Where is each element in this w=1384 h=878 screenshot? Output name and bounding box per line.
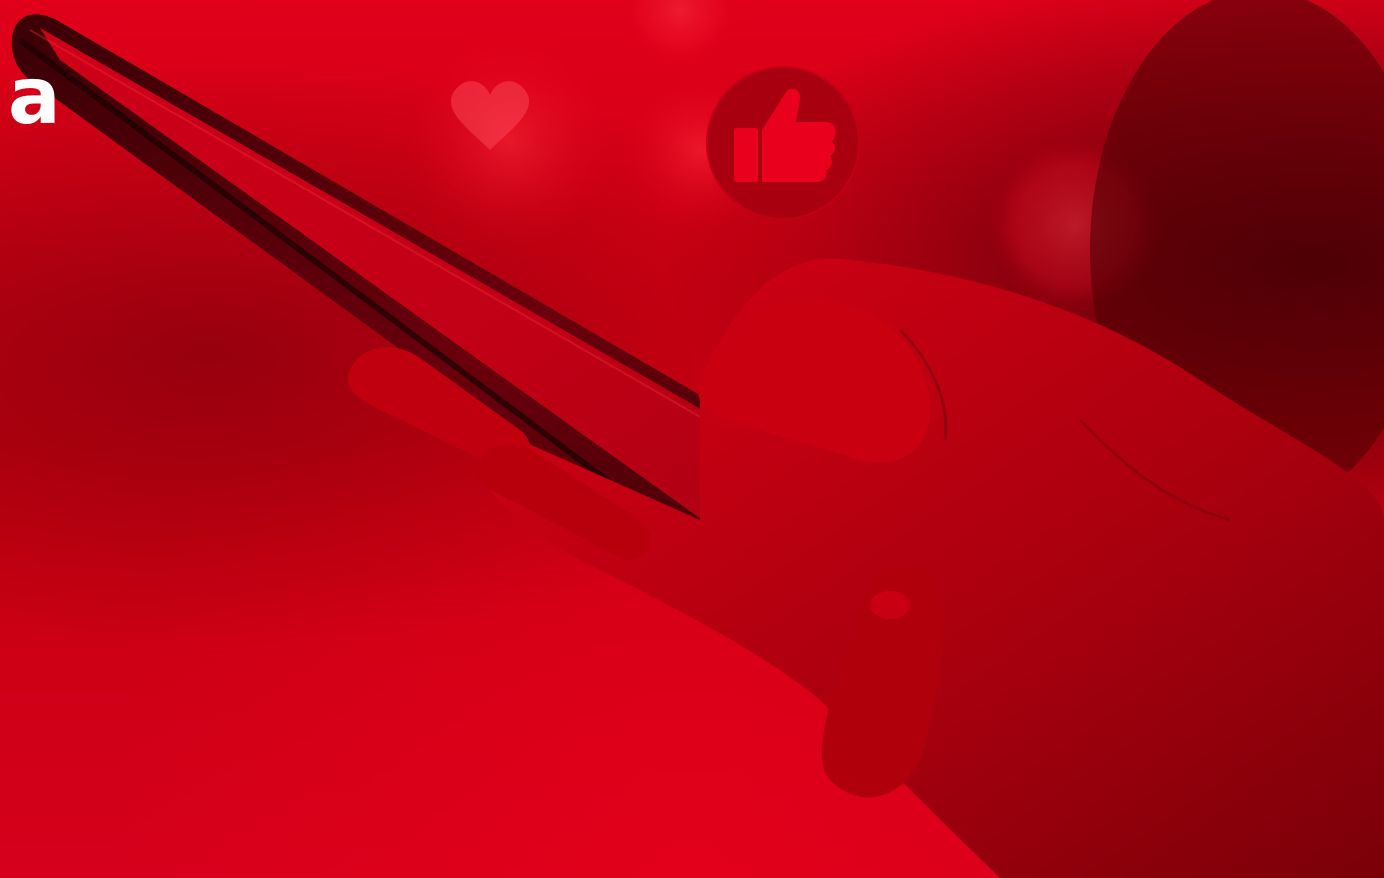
brand-logo: a [8,52,61,142]
bokeh-circle [625,0,735,65]
hero-image: a [0,0,1384,878]
bokeh-circle [400,30,620,250]
photo-scene [11,0,1384,878]
thumbs-up-icon [706,66,860,220]
